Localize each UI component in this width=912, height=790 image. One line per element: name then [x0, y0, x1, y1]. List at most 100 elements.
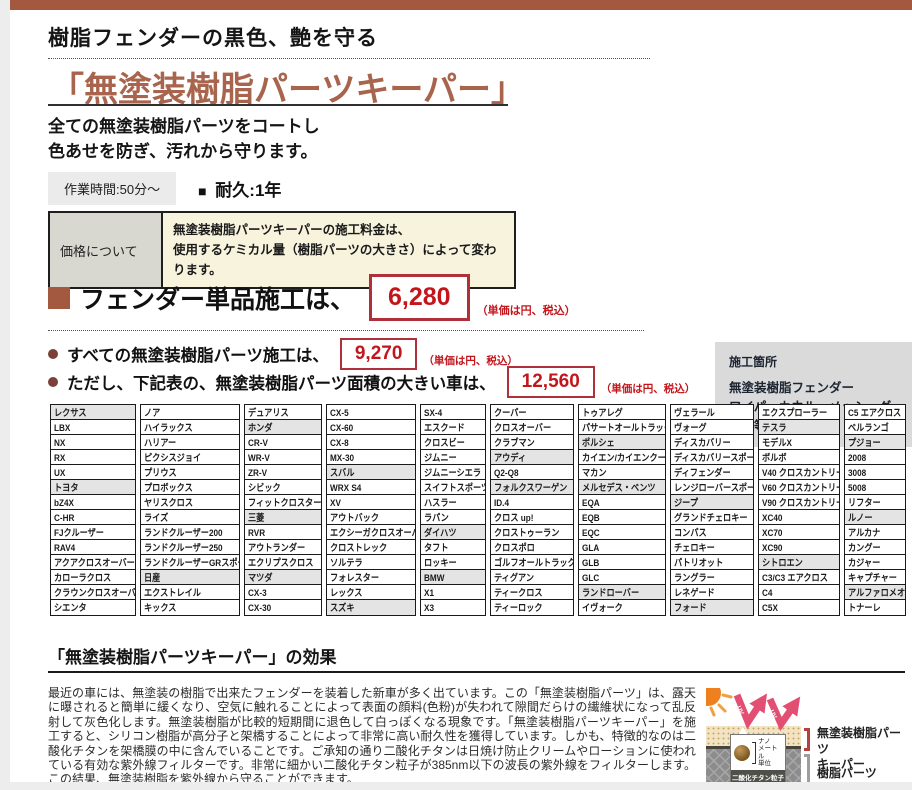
car-model-cell: クラブマン [491, 435, 573, 450]
car-model-cell: エクシーガクロスオーバー [327, 525, 415, 540]
car-model-cell: ランドクルーザー250 [141, 540, 239, 555]
car-model-cell: ヤリスクロス [141, 495, 239, 510]
car-brand-cell: アウディ [491, 450, 573, 465]
car-model-cell: C5X [759, 600, 839, 615]
car-model-cell: C5 エアクロス [845, 405, 905, 420]
car-table-column: デュアリスホンダCR-VWR-VZR-Vシビックフィットクロスター三菱RVRアウ… [244, 404, 322, 616]
car-model-cell: ティグアン [491, 570, 573, 585]
car-brand-cell: ルノー [845, 510, 905, 525]
car-model-cell: トゥアレグ [579, 405, 665, 420]
large-car-price-value: 12,560 [507, 366, 595, 398]
car-model-cell: エスクード [421, 420, 485, 435]
dotted-divider [48, 58, 650, 60]
car-model-cell: WRX S4 [327, 480, 415, 495]
car-table-column: トゥアレグパサートオールトラックポルシェカイエン/カイエンクーペマカンメルセデス… [578, 404, 666, 616]
car-brand-cell: メルセデス・ベンツ [579, 480, 665, 495]
large-car-unit-note: （単価は円、税込） [601, 381, 696, 396]
uv-arrow-icon: UV [768, 699, 795, 724]
car-model-cell: XC90 [759, 540, 839, 555]
car-model-cell: マカン [579, 465, 665, 480]
car-model-cell: フォレスター [327, 570, 415, 585]
nano-scale-bracket [752, 742, 756, 764]
car-model-cell: NX [51, 435, 135, 450]
car-model-cell: アクアクロスオーバー [51, 555, 135, 570]
car-model-cell: エクストレイル [141, 585, 239, 600]
car-model-cell: ティーロック [491, 600, 573, 615]
car-model-cell: CR-V [245, 435, 321, 450]
car-model-cell: bZ4X [51, 495, 135, 510]
callout-content: ナノメートル単位 [731, 735, 785, 770]
car-model-cell: チェロキー [671, 540, 753, 555]
car-model-cell: XV [327, 495, 415, 510]
car-model-cell: GLC [579, 570, 665, 585]
effect-body-text: 最近の車には、無塗装の樹脂で出来たフェンダーを装着した新車が多く出ています。この… [48, 686, 696, 787]
resin-layer-label: 樹脂パーツ [817, 764, 877, 781]
car-model-cell: ジムニー [421, 450, 485, 465]
car-model-cell: ティークロス [491, 585, 573, 600]
car-model-cell: クロスポロ [491, 540, 573, 555]
car-model-cell: C3/C3 エアクロス [759, 570, 839, 585]
car-model-cell: ロッキー [421, 555, 485, 570]
car-model-cell: MX-30 [327, 450, 415, 465]
large-car-price-row: ただし、下記表の、無塗装樹脂パーツ面積の大きい車は、 12,560 （単価は円、… [48, 366, 695, 398]
car-model-cell: クロス up! [491, 510, 573, 525]
car-brand-cell: ランドローバー [579, 585, 665, 600]
car-model-cell: トナーレ [845, 600, 905, 615]
car-model-cell: モデルX [759, 435, 839, 450]
all-parts-label: すべての無塗装樹脂パーツ施工は、 [67, 342, 329, 366]
car-model-cell: EQB [579, 510, 665, 525]
car-model-cell: ランドクルーザーGRスポーツ [141, 555, 239, 570]
effect-heading: 「無塗装樹脂パーツキーパー」の効果 [48, 643, 337, 668]
car-model-cell: ZR-V [245, 465, 321, 480]
car-model-cell: C4 [759, 585, 839, 600]
keeper-label-line-1: 無塗装樹脂パーツ [817, 726, 901, 756]
dotted-divider [48, 330, 644, 332]
car-model-cell: ハイラックス [141, 420, 239, 435]
car-brand-cell: スズキ [327, 600, 415, 615]
durability-label: ■ 耐久:1年 [198, 176, 281, 201]
car-model-cell: CX-8 [327, 435, 415, 450]
large-car-label: ただし、下記表の、無塗装樹脂パーツ面積の大きい車は、 [67, 370, 496, 394]
durability-text: 耐久:1年 [215, 181, 281, 200]
car-model-cell: クロストゥーラン [491, 525, 573, 540]
car-model-cell: CX-30 [245, 600, 321, 615]
car-model-cell: XC40 [759, 510, 839, 525]
car-model-cell: デュアリス [245, 405, 321, 420]
car-model-cell: X1 [421, 585, 485, 600]
car-table-column: SX-4エスクードクロスビージムニージムニーシエラスイフトスポーツハスラーラパン… [420, 404, 486, 616]
car-model-cell: プロボックス [141, 480, 239, 495]
car-model-cell: クロスビー [421, 435, 485, 450]
page-subtitle: 樹脂フェンダーの黒色、艶を守る [48, 22, 378, 52]
meta-row: 作業時間:50分～ ■ 耐久:1年 [48, 172, 281, 205]
car-model-cell: RAV4 [51, 540, 135, 555]
car-model-cell: プリウス [141, 465, 239, 480]
car-brand-cell: フォルクスワーゲン [491, 480, 573, 495]
car-model-cell: クーパー [491, 405, 573, 420]
car-model-cell: タフト [421, 540, 485, 555]
car-model-cell: GLB [579, 555, 665, 570]
work-time-badge: 作業時間:50分～ [48, 172, 176, 205]
uv-arrow-icon: UV [735, 695, 762, 722]
car-model-cell: カイエン/カイエンクーペ [579, 450, 665, 465]
bullet-icon [48, 349, 58, 359]
lead-line-2: 色あせを防ぎ、汚れから守ります。 [48, 142, 317, 161]
car-model-cell: ラングラー [671, 570, 753, 585]
car-model-cell: ディスカバリー [671, 435, 753, 450]
car-model-cell: XC70 [759, 525, 839, 540]
fender-price-label: フェンダー単品施工は、 [80, 280, 355, 316]
lead-text: 全ての無塗装樹脂パーツをコートし 色あせを防ぎ、汚れから守ります。 [48, 115, 320, 164]
car-model-cell: フィットクロスター [245, 495, 321, 510]
car-model-cell: クラウンクロスオーバー [51, 585, 135, 600]
car-model-cell: CX-5 [327, 405, 415, 420]
car-model-cell: ジムニーシエラ [421, 465, 485, 480]
keeper-layer-bracket [804, 728, 810, 751]
car-model-cell: レンジローバースポーツ [671, 480, 753, 495]
car-model-cell: UX [51, 465, 135, 480]
car-model-cell: GLA [579, 540, 665, 555]
car-model-cell: ラパン [421, 510, 485, 525]
car-model-cell: WR-V [245, 450, 321, 465]
car-model-cell: 5008 [845, 480, 905, 495]
uv-protection-diagram: UV UV ナノメートル単位 二酸化チタン粒子 無塗装樹脂パーツ キーパー [704, 688, 912, 790]
car-table-column: CX-5CX-60CX-8MX-30スバルWRX S4XVアウトバックエクシーガ… [326, 404, 416, 616]
car-model-cell: 2008 [845, 450, 905, 465]
